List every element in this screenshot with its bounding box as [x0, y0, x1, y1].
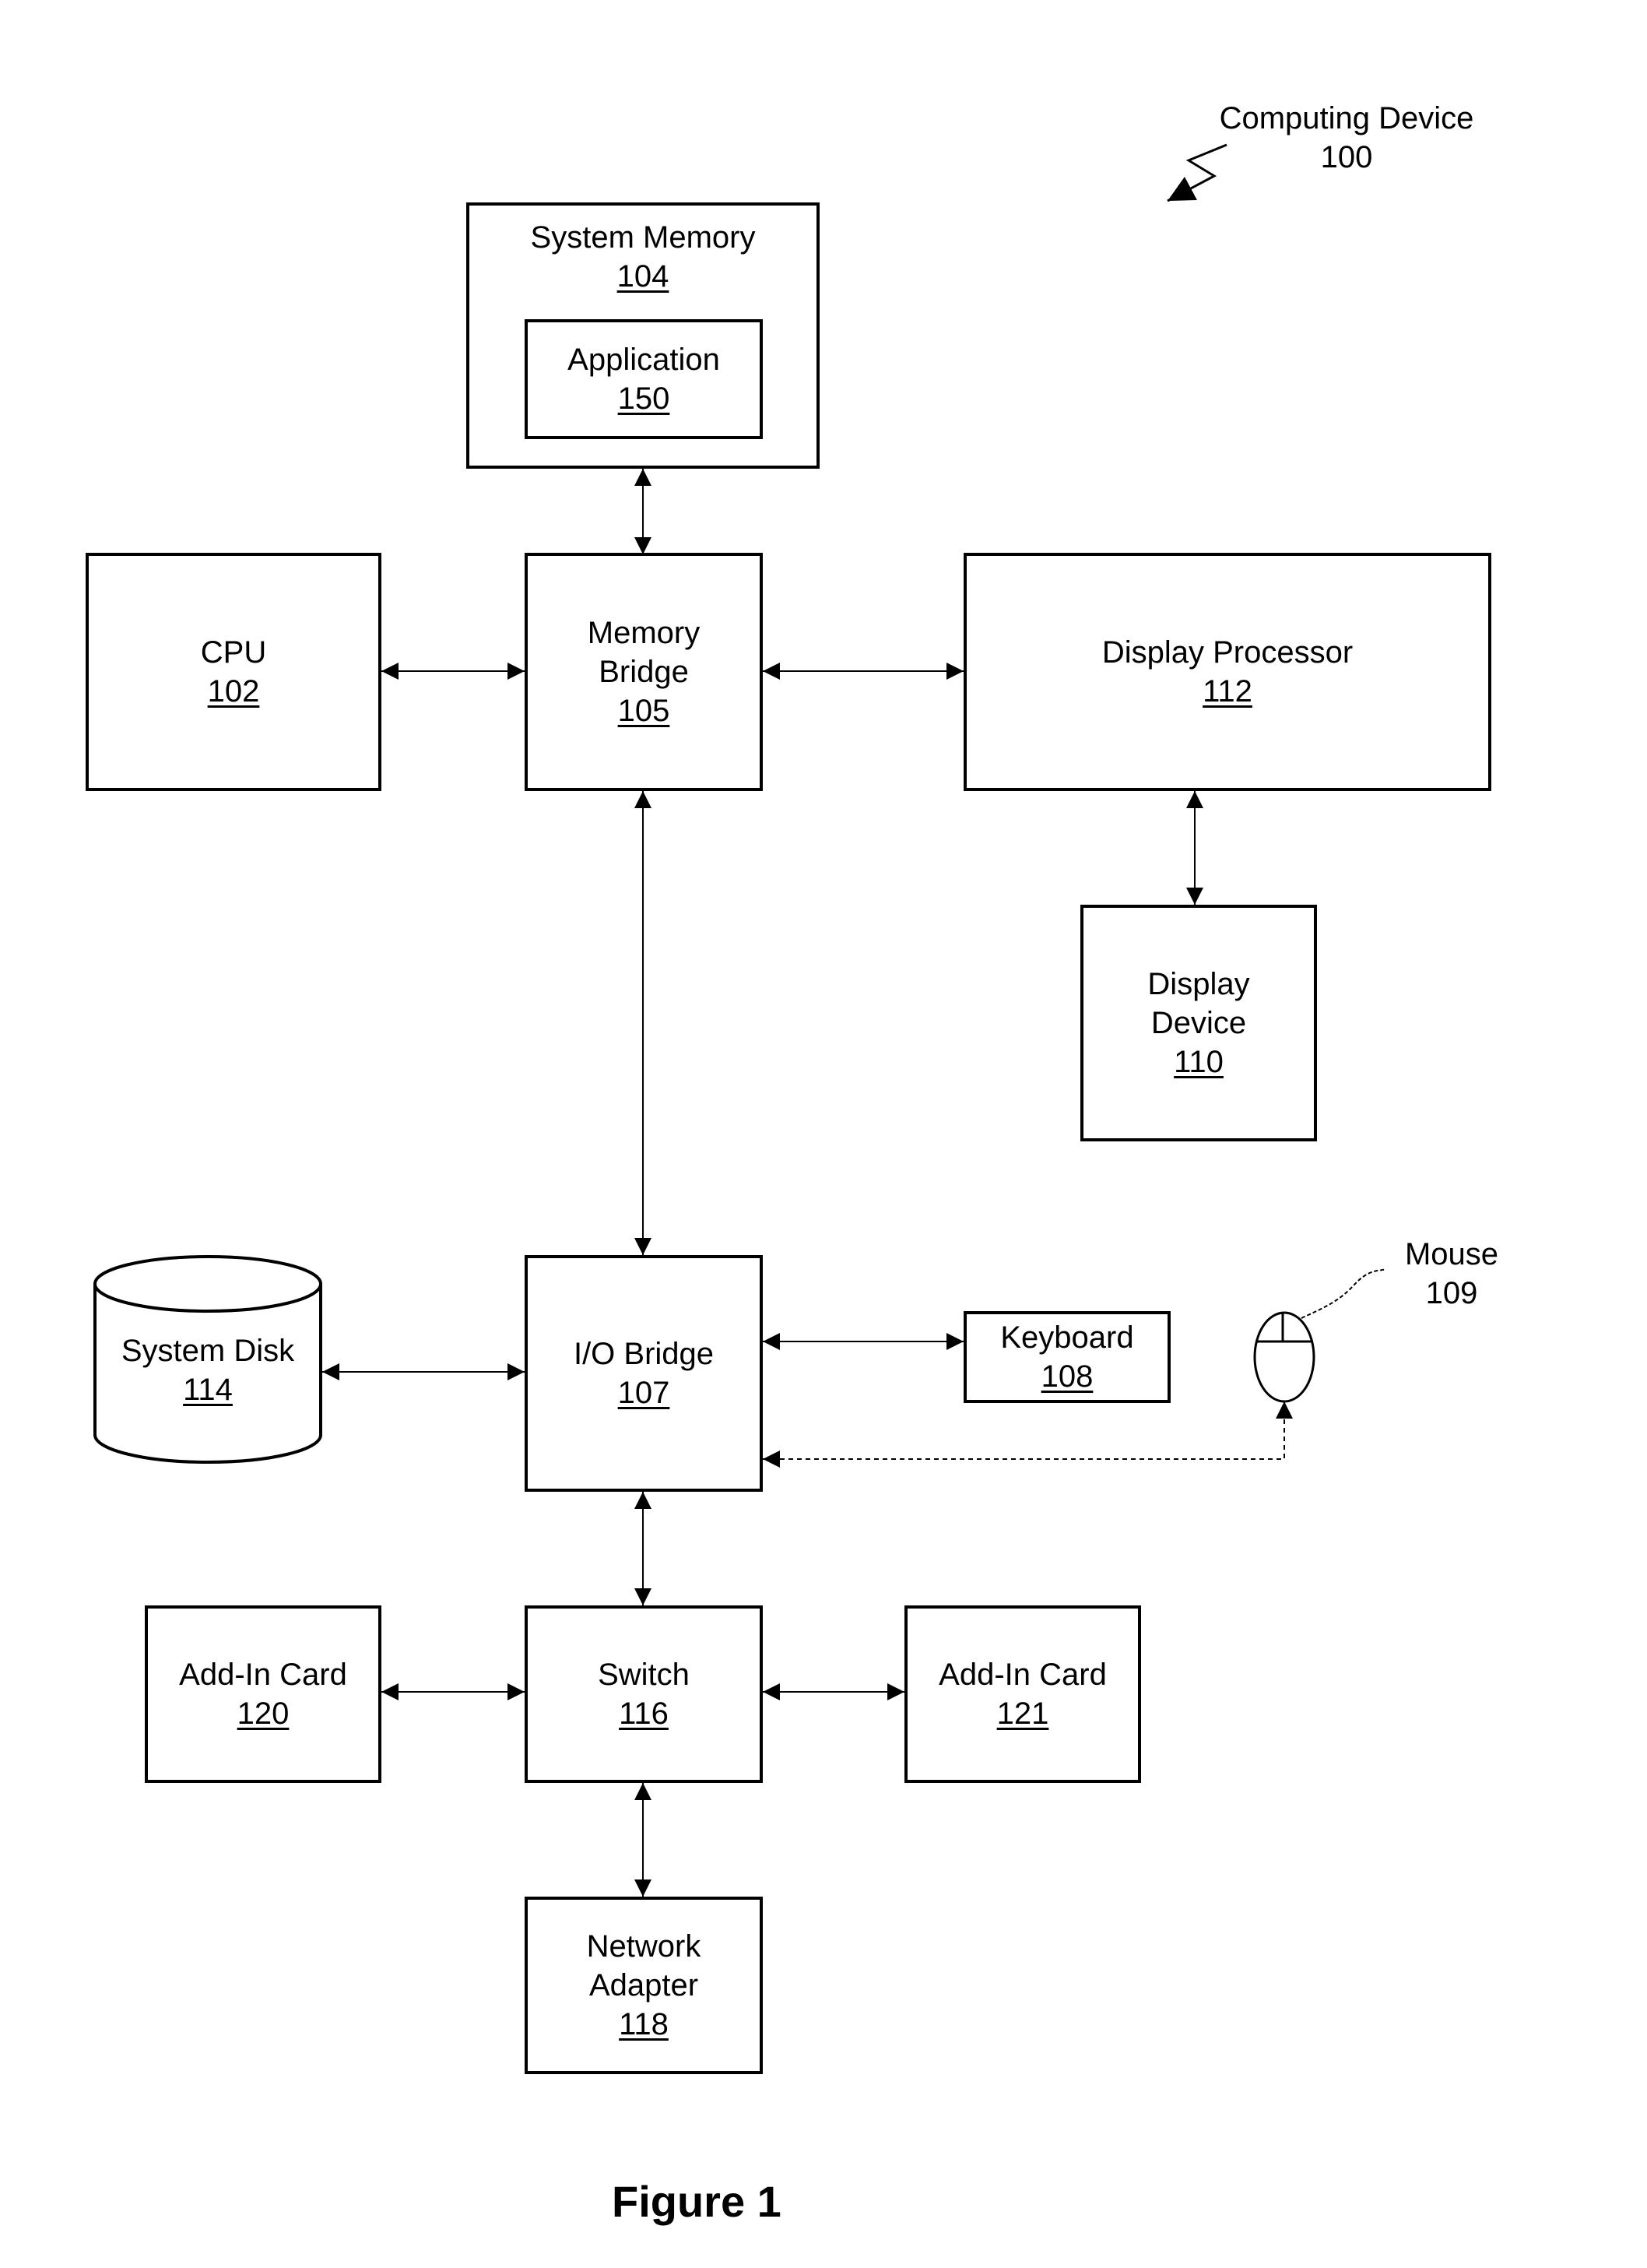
system-disk-label: System Disk — [121, 1334, 295, 1368]
node-network-adapter[interactable]: Network Adapter 118 — [525, 1897, 763, 2074]
add-in-card-121-label: Add-In Card — [939, 1658, 1107, 1692]
edge-mouse-io-bridge — [763, 1401, 1293, 1468]
display-processor-label: Display Processor — [1101, 635, 1354, 670]
mouse-leader-line — [1301, 1268, 1386, 1319]
keyboard-ref: 108 — [1041, 1359, 1094, 1394]
application-label: Application — [567, 343, 720, 377]
network-adapter-ref: 118 — [619, 2007, 669, 2041]
node-display-device[interactable]: Display Device 110 — [1080, 905, 1317, 1141]
add-in-card-120-label: Add-In Card — [179, 1658, 347, 1692]
switch-ref: 116 — [619, 1697, 669, 1731]
node-add-in-card-120[interactable]: Add-In Card 120 — [145, 1605, 381, 1783]
figure-caption: Figure 1 — [612, 2177, 781, 2226]
node-switch[interactable]: Switch 116 — [525, 1605, 763, 1783]
io-bridge-label: I/O Bridge — [573, 1337, 715, 1371]
display-processor-ref: 112 — [1203, 674, 1252, 709]
cpu-label: CPU — [200, 635, 267, 670]
diagram-canvas — [93, 143, 1386, 1897]
system-disk-ref: 114 — [183, 1373, 233, 1407]
node-application[interactable]: Application 150 — [525, 319, 763, 439]
add-in-card-121-ref: 121 — [996, 1697, 1049, 1731]
system-memory-ref: 104 — [616, 259, 669, 294]
application-ref: 150 — [617, 382, 670, 416]
display-device-label-line-2: Device — [1150, 1006, 1247, 1040]
cpu-ref: 102 — [207, 674, 260, 709]
memory-bridge-label-line-1: Memory — [587, 616, 701, 650]
node-memory-bridge[interactable]: Memory Bridge 105 — [525, 553, 763, 791]
node-system-disk[interactable]: System Disk 114 — [95, 1331, 321, 1409]
node-mouse-label[interactable]: Mouse 109 — [1385, 1235, 1518, 1313]
keyboard-label: Keyboard — [1000, 1320, 1134, 1355]
system-memory-label: System Memory — [530, 220, 756, 255]
node-display-processor[interactable]: Display Processor 112 — [964, 553, 1491, 791]
computing-device-label: Computing Device 100 — [1183, 99, 1510, 177]
node-cpu[interactable]: CPU 102 — [86, 553, 381, 791]
memory-bridge-label-line-2: Bridge — [599, 655, 689, 689]
node-io-bridge[interactable]: I/O Bridge 107 — [525, 1255, 763, 1492]
computing-device-name: Computing Device — [1219, 101, 1474, 135]
node-keyboard[interactable]: Keyboard 108 — [964, 1311, 1171, 1403]
switch-label: Switch — [598, 1658, 690, 1692]
mouse-label: Mouse — [1404, 1237, 1499, 1271]
io-bridge-ref: 107 — [617, 1376, 670, 1410]
display-device-ref: 110 — [1174, 1045, 1224, 1079]
mouse-icon — [1253, 1311, 1315, 1403]
network-adapter-label-line-2: Adapter — [588, 1968, 699, 2003]
network-adapter-label-line-1: Network — [586, 1929, 701, 1964]
mouse-ref: 109 — [1425, 1276, 1478, 1310]
node-add-in-card-121[interactable]: Add-In Card 121 — [904, 1605, 1141, 1783]
add-in-card-120-ref: 120 — [237, 1697, 290, 1731]
computing-device-ref: 100 — [1320, 140, 1373, 174]
memory-bridge-ref: 105 — [617, 694, 670, 728]
display-device-label-line-1: Display — [1147, 967, 1250, 1001]
